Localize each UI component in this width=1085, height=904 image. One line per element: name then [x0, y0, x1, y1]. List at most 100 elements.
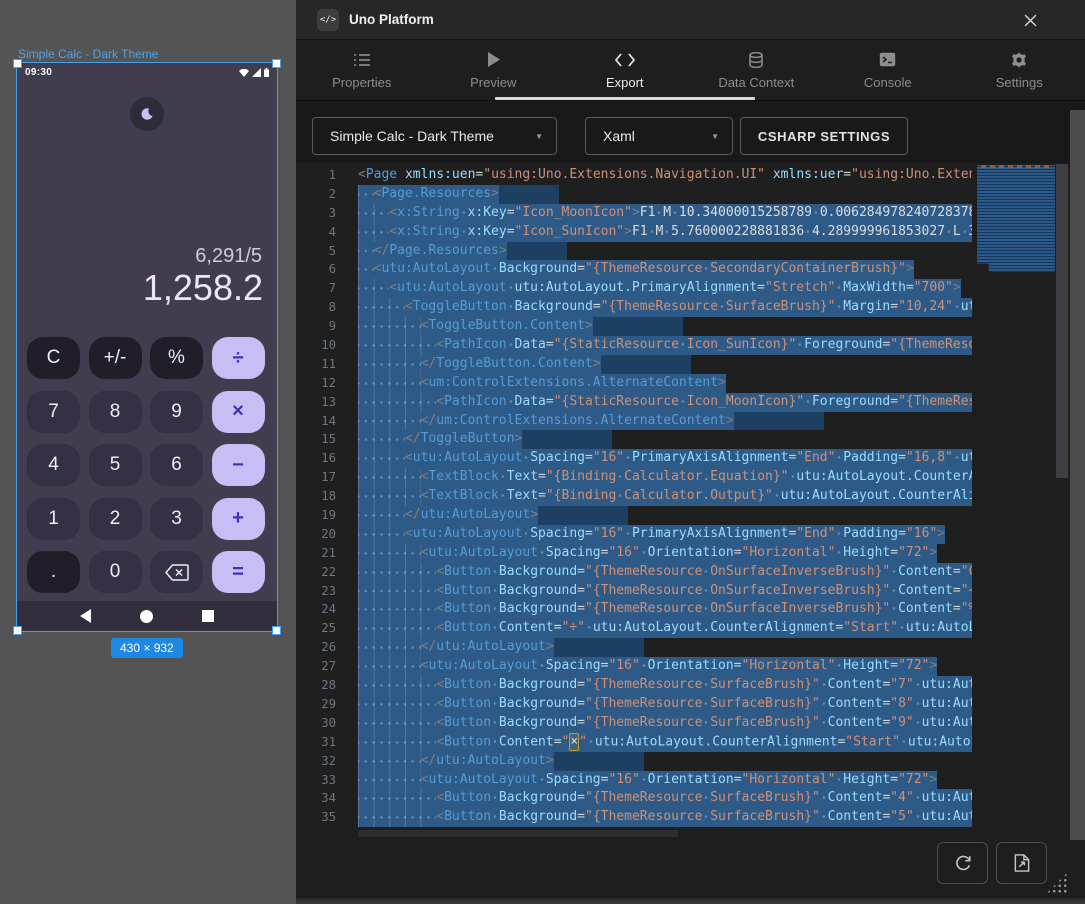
code-line[interactable]: 17<TextBlock Text="{Binding Calculator.E… — [296, 468, 972, 487]
database-icon — [749, 51, 763, 69]
nav-home-button[interactable] — [140, 610, 153, 623]
code-line[interactable]: 16<utu:AutoLayout Spacing="16" PrimaryAx… — [296, 449, 972, 468]
code-line[interactable]: 12<um:ControlExtensions.AlternateContent… — [296, 374, 972, 393]
code-line[interactable]: 29<Button Background="{ThemeResource Sur… — [296, 695, 972, 714]
calc-button-digit-8[interactable]: 8 — [89, 391, 142, 433]
code-line[interactable]: 27<utu:AutoLayout Spacing="16" Orientati… — [296, 657, 972, 676]
code-line[interactable]: 25<Button Content="÷" utu:AutoLayout.Cou… — [296, 619, 972, 638]
code-line[interactable]: 34<Button Background="{ThemeResource Sur… — [296, 789, 972, 808]
line-number: 22 — [296, 563, 358, 582]
calc-button-digit-1[interactable]: 1 — [27, 498, 80, 540]
code-line[interactable]: 26</utu:AutoLayout> — [296, 638, 972, 657]
calc-button-digit-5[interactable]: 5 — [89, 444, 142, 486]
active-tab-indicator — [495, 97, 755, 100]
code-text: <TextBlock Text="{Binding Calculator.Out… — [358, 487, 972, 506]
code-text: </Page.Resources> — [358, 242, 567, 261]
resize-grip[interactable] — [1046, 872, 1068, 894]
editor-scrollbar-thumb[interactable] — [1056, 164, 1068, 478]
code-line[interactable]: 19</utu:AutoLayout> — [296, 506, 972, 525]
frame-label[interactable]: Simple Calc - Dark Theme — [18, 47, 158, 61]
theme-toggle-button[interactable] — [130, 97, 164, 131]
calc-button-percent[interactable]: % — [150, 337, 203, 379]
code-line[interactable]: 14</um:ControlExtensions.AlternateConten… — [296, 412, 972, 431]
code-line[interactable]: 21<utu:AutoLayout Spacing="16" Orientati… — [296, 544, 972, 563]
line-number: 11 — [296, 355, 358, 374]
code-line[interactable]: 24<Button Background="{ThemeResource OnS… — [296, 600, 972, 619]
calc-button-digit-9[interactable]: 9 — [150, 391, 203, 433]
calc-button-digit-2[interactable]: 2 — [89, 498, 142, 540]
format-select[interactable]: Xaml ▼ — [585, 117, 733, 155]
minimap[interactable] — [977, 164, 1055, 828]
calc-button-clear[interactable]: C — [27, 337, 80, 379]
selection-handle-top-left[interactable] — [13, 59, 22, 68]
calc-button-equals[interactable]: = — [212, 551, 265, 593]
calc-button-digit-0[interactable]: 0 — [89, 551, 142, 593]
calc-button-decimal[interactable]: . — [27, 551, 80, 593]
code-line[interactable]: 15</ToggleButton> — [296, 430, 972, 449]
code-line[interactable]: 6<utu:AutoLayout Background="{ThemeResou… — [296, 260, 972, 279]
code-line[interactable]: 5</Page.Resources> — [296, 242, 972, 261]
calc-button-digit-6[interactable]: 6 — [150, 444, 203, 486]
phone-frame[interactable]: 09:30 6,291/5 1,258.2 C+/-%÷789×456−123+… — [17, 63, 277, 631]
code-line[interactable]: 4<x:String x:Key="Icon_SunIcon">F1 M 5.7… — [296, 223, 972, 242]
tab-settings[interactable]: Settings — [954, 40, 1085, 100]
refresh-button[interactable] — [937, 842, 988, 884]
code-line[interactable]: 31<Button Content="×" utu:AutoLayout.Cou… — [296, 733, 972, 752]
calc-button-digit-4[interactable]: 4 — [27, 444, 80, 486]
calc-button-digit-7[interactable]: 7 — [27, 391, 80, 433]
line-number: 12 — [296, 374, 358, 393]
code-line[interactable]: 3<x:String x:Key="Icon_MoonIcon">F1 M 10… — [296, 204, 972, 223]
nav-recents-button[interactable] — [202, 610, 214, 622]
horizontal-scrollbar[interactable] — [358, 830, 678, 837]
code-line[interactable]: 1<Page xmlns:uen="using:Uno.Extensions.N… — [296, 166, 972, 185]
chevron-down-icon: ▼ — [711, 132, 719, 141]
line-number: 5 — [296, 242, 358, 261]
code-line[interactable]: 7<utu:AutoLayout utu:AutoLayout.PrimaryA… — [296, 279, 972, 298]
code-line[interactable]: 11</ToggleButton.Content> — [296, 355, 972, 374]
code-line[interactable]: 32</utu:AutoLayout> — [296, 752, 972, 771]
calc-button-backspace[interactable] — [150, 551, 203, 593]
code-text: <Button Background="{ThemeResource OnSur… — [358, 563, 972, 582]
calc-button-plus-minus[interactable]: +/- — [89, 337, 142, 379]
code-line[interactable]: 13<PathIcon Data="{StaticResource Icon_M… — [296, 393, 972, 412]
line-number: 32 — [296, 752, 358, 771]
project-select[interactable]: Simple Calc - Dark Theme ▼ — [312, 117, 557, 155]
selection-handle-bottom-left[interactable] — [13, 626, 22, 635]
close-button[interactable] — [1019, 9, 1041, 31]
code-line[interactable]: 2<Page.Resources> — [296, 185, 972, 204]
code-line[interactable]: 9<ToggleButton.Content> — [296, 317, 972, 336]
tab-console[interactable]: Console — [822, 40, 954, 100]
selection-handle-bottom-right[interactable] — [272, 626, 281, 635]
code-line[interactable]: 10<PathIcon Data="{StaticResource Icon_S… — [296, 336, 972, 355]
calc-button-add[interactable]: + — [212, 498, 265, 540]
code-line[interactable]: 20<utu:AutoLayout Spacing="16" PrimaryAx… — [296, 525, 972, 544]
code-line[interactable]: 22<Button Background="{ThemeResource OnS… — [296, 563, 972, 582]
tab-preview[interactable]: Preview — [428, 40, 560, 100]
tab-data-context[interactable]: Data Context — [691, 40, 823, 100]
code-text: <Button Background="{ThemeResource Surfa… — [358, 676, 972, 695]
code-text: </um:ControlExtensions.AlternateContent> — [358, 412, 824, 431]
code-line[interactable]: 23<Button Background="{ThemeResource OnS… — [296, 582, 972, 601]
calc-button-digit-3[interactable]: 3 — [150, 498, 203, 540]
code-line[interactable]: 18<TextBlock Text="{Binding Calculator.O… — [296, 487, 972, 506]
calc-button-multiply[interactable]: × — [212, 391, 265, 433]
calc-button-subtract[interactable]: − — [212, 444, 265, 486]
calc-button-divide[interactable]: ÷ — [212, 337, 265, 379]
code-line[interactable]: 30<Button Background="{ThemeResource Sur… — [296, 714, 972, 733]
tab-export[interactable]: Export — [559, 40, 691, 100]
csharp-settings-button[interactable]: CSHARP SETTINGS — [740, 117, 908, 155]
code-line[interactable]: 33<utu:AutoLayout Spacing="16" Orientati… — [296, 771, 972, 790]
code-line[interactable]: 8<ToggleButton Background="{ThemeResourc… — [296, 298, 972, 317]
line-number: 27 — [296, 657, 358, 676]
export-file-button[interactable] — [996, 842, 1047, 884]
screenshot-root: Simple Calc - Dark Theme 09:30 6,291/5 1… — [0, 0, 1085, 904]
tab-properties[interactable]: Properties — [296, 40, 428, 100]
panel-scrollbar-thumb[interactable] — [1070, 110, 1085, 870]
nav-back-button[interactable] — [80, 609, 91, 623]
code-editor[interactable]: 1<Page xmlns:uen="using:Uno.Extensions.N… — [296, 163, 972, 828]
uno-platform-panel: </> Uno Platform Properties Preview — [296, 0, 1085, 904]
code-text: </ToggleButton> — [358, 430, 612, 449]
code-line[interactable]: 28<Button Background="{ThemeResource Sur… — [296, 676, 972, 695]
selection-handle-top-right[interactable] — [272, 59, 281, 68]
code-line[interactable]: 35<Button Background="{ThemeResource Sur… — [296, 808, 972, 827]
